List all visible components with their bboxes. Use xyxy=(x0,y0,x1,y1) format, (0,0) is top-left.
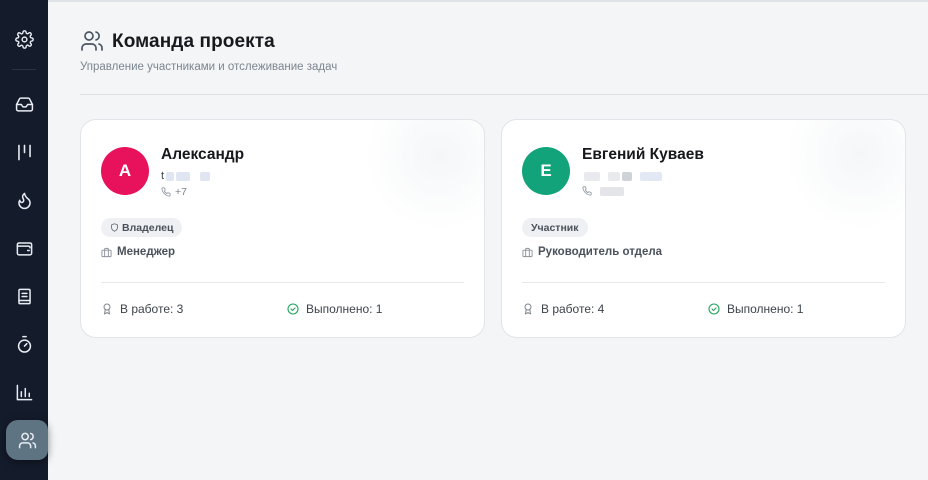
shield-icon xyxy=(111,223,118,232)
redacted-text xyxy=(622,171,632,181)
tasks-completed: Выполнено: 1 xyxy=(287,302,382,316)
sidebar xyxy=(0,0,48,480)
avatar: А xyxy=(101,147,149,195)
phone-text: +7 xyxy=(175,186,187,198)
member-phone xyxy=(582,186,624,196)
done-label: Выполнено: 1 xyxy=(727,302,804,316)
in-progress-label: В работе: 4 xyxy=(541,302,605,316)
check-circle-icon xyxy=(708,303,720,315)
done-label: Выполнено: 1 xyxy=(306,302,383,316)
users-icon xyxy=(18,432,36,448)
header-divider xyxy=(80,94,928,95)
check-circle-icon xyxy=(287,303,299,315)
redacted-text xyxy=(200,171,211,181)
award-icon xyxy=(524,303,532,315)
role-label: Владелец xyxy=(122,221,174,234)
card-divider xyxy=(101,282,464,283)
briefcase-icon xyxy=(101,247,112,257)
member-email: t xyxy=(161,170,211,182)
sidebar-item-hot[interactable] xyxy=(4,180,44,220)
bar-chart-icon xyxy=(16,384,32,400)
tasks-completed: Выполнено: 1 xyxy=(708,302,803,316)
member-position: Менеджер xyxy=(101,246,175,258)
phone-icon xyxy=(582,186,592,196)
sidebar-item-notes[interactable] xyxy=(4,276,44,316)
redacted-text xyxy=(166,171,175,181)
phone-icon xyxy=(161,187,171,197)
position-label: Руководитель отдела xyxy=(538,246,663,258)
sidebar-item-analytics[interactable] xyxy=(4,372,44,412)
position-label: Менеджер xyxy=(117,246,176,258)
email-text: t xyxy=(161,170,165,182)
notebook-icon xyxy=(17,288,31,304)
sidebar-item-kanban[interactable] xyxy=(4,132,44,172)
card-divider xyxy=(522,282,885,283)
gear-icon xyxy=(14,29,34,49)
page-subtitle: Управление участниками и отслеживание за… xyxy=(80,61,338,73)
redacted-text xyxy=(176,171,191,181)
in-progress-label: В работе: 3 xyxy=(120,302,184,316)
member-position: Руководитель отдела xyxy=(522,246,662,258)
redacted-text xyxy=(584,171,600,181)
team-header xyxy=(80,29,104,53)
member-name: Александр xyxy=(161,146,245,163)
sidebar-item-team[interactable] xyxy=(6,420,48,460)
tasks-in-progress: В работе: 4 xyxy=(522,302,604,316)
member-card[interactable]: Е Евгений Куваев Участник Руководитель о… xyxy=(501,119,906,338)
sidebar-item-wallet[interactable] xyxy=(4,228,44,268)
top-border xyxy=(48,0,928,2)
award-icon xyxy=(103,303,111,315)
settings-button[interactable] xyxy=(4,19,44,59)
redacted-text xyxy=(608,171,620,181)
timer-icon xyxy=(17,335,31,353)
tasks-in-progress: В работе: 3 xyxy=(101,302,183,316)
member-email xyxy=(582,170,662,182)
briefcase-icon xyxy=(522,247,533,257)
role-label: Участник xyxy=(531,221,579,234)
role-badge: Владелец xyxy=(101,218,183,237)
redacted-text xyxy=(640,171,662,181)
avatar: Е xyxy=(522,147,570,195)
redacted-text xyxy=(600,186,624,196)
page-title: Команда проекта xyxy=(112,31,275,52)
role-badge: Участник xyxy=(522,218,588,237)
member-card[interactable]: А Александр t +7 Владелец Менеджер В раб… xyxy=(80,119,485,338)
kanban-icon xyxy=(17,144,31,160)
flame-icon xyxy=(17,192,31,209)
inbox-icon xyxy=(15,96,33,112)
member-phone: +7 xyxy=(161,186,187,198)
wallet-icon xyxy=(16,241,32,256)
sidebar-item-inbox[interactable] xyxy=(4,84,44,124)
member-name: Евгений Куваев xyxy=(582,146,704,163)
sidebar-divider xyxy=(12,69,36,70)
users-icon xyxy=(81,31,103,51)
sidebar-item-timer[interactable] xyxy=(4,324,44,364)
